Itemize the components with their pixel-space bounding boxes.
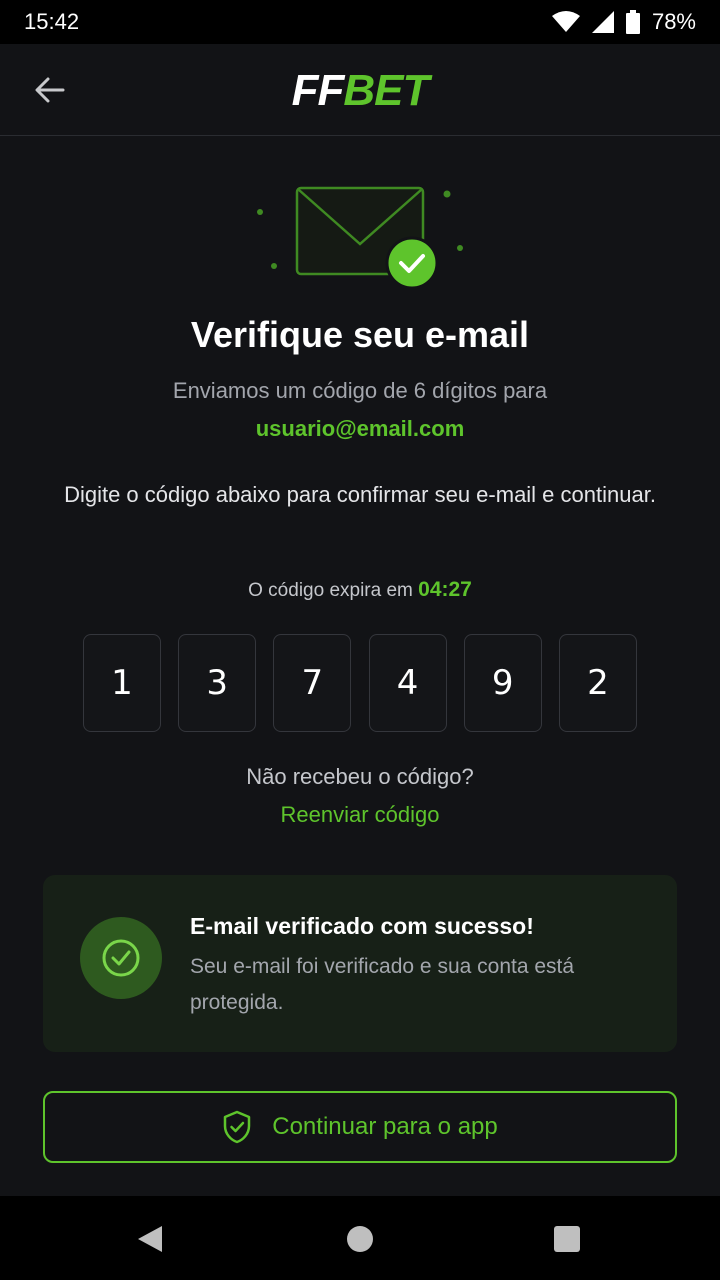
code-input-row: 1 3 7 4 9 2 — [83, 634, 637, 732]
subtitle: Enviamos um código de 6 dígitos para — [172, 378, 548, 403]
code-digit-4[interactable]: 4 — [368, 634, 447, 732]
instructions: Digite o código abaixo para confirmar se… — [64, 482, 656, 507]
continue-button[interactable]: Continuar para o app — [43, 1091, 677, 1163]
nav-back-icon[interactable] — [136, 1224, 164, 1254]
signal-icon — [591, 11, 614, 33]
expiry-label: O código expira em 04:27 — [0, 578, 720, 602]
envelope-check-icon — [257, 186, 463, 290]
shield-check-icon — [224, 1110, 251, 1144]
page-title: Verifique seu e-mail — [190, 314, 530, 355]
nav-home-icon[interactable] — [347, 1226, 373, 1252]
battery-percent: 78% — [651, 9, 696, 34]
code-digit-1[interactable]: 1 — [83, 634, 161, 732]
status-bar: 15:42 78% — [0, 0, 720, 44]
email-address: usuario@email.com — [255, 416, 465, 441]
success-card: E-mail verificado com sucesso! Seu e-mai… — [43, 875, 677, 1052]
logo-bet: BET — [343, 66, 429, 115]
success-title: E-mail verificado com sucesso! — [190, 913, 534, 939]
expiry-timer: 04:27 — [418, 578, 472, 601]
code-digit-5[interactable]: 9 — [463, 634, 542, 732]
resend-code-link[interactable]: Reenviar código — [0, 802, 720, 828]
status-time: 15:42 — [24, 9, 80, 34]
nav-recent-icon[interactable] — [554, 1226, 580, 1252]
success-icon-wrapper — [80, 917, 162, 999]
code-digit-2[interactable]: 3 — [178, 634, 257, 732]
no-code-question: Não recebeu o código? — [246, 764, 474, 789]
battery-icon — [625, 10, 640, 34]
logo-ff: FF — [291, 66, 345, 115]
success-text: Seu e-mail foi verificado e sua conta es… — [190, 955, 575, 1014]
system-nav-bar — [0, 1196, 720, 1280]
code-digit-3[interactable]: 7 — [273, 634, 352, 732]
wifi-icon — [551, 11, 580, 32]
app-logo: FFBET — [0, 66, 720, 116]
status-icons: 78% — [551, 9, 696, 35]
code-digit-6[interactable]: 2 — [558, 634, 637, 732]
continue-button-label: Continuar para o app — [272, 1113, 498, 1140]
check-circle-icon — [102, 939, 140, 977]
app-bar: FFBET — [0, 44, 720, 136]
expiry-text: O código expira em — [248, 580, 413, 601]
